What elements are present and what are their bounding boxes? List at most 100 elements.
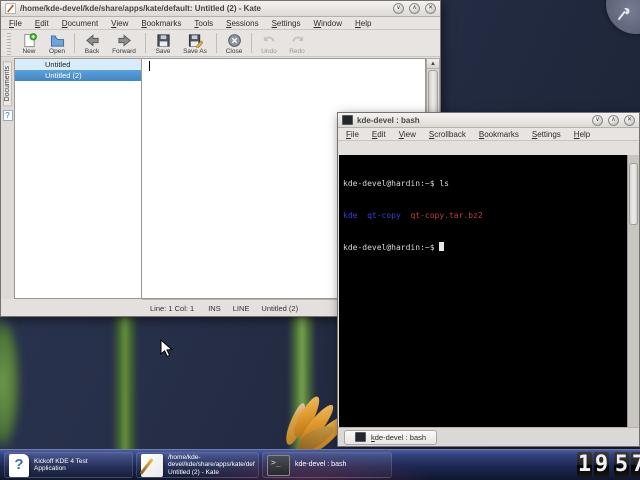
minimize-button[interactable]: ∨: [592, 115, 603, 126]
menu-sessions[interactable]: Sessions: [226, 19, 258, 28]
toolbar-drag-handle[interactable]: [7, 33, 11, 55]
task-konsole[interactable]: >_ kde-devel : bash: [262, 452, 392, 478]
kate-task-icon: [141, 454, 163, 477]
redo-button[interactable]: Redo: [283, 30, 311, 55]
terminal-scrollbar[interactable]: [627, 155, 639, 427]
status-selection-mode: LINE: [233, 304, 250, 313]
konsole-titlebar[interactable]: kde-devel : bash ∨ ∧ ✕: [338, 113, 639, 128]
toolbar-separator: [145, 33, 146, 53]
menu-file[interactable]: File: [9, 19, 22, 28]
close-button[interactable]: ✕: [624, 115, 635, 126]
menu-view[interactable]: View: [111, 19, 128, 28]
menu-view[interactable]: View: [399, 130, 416, 139]
undo-button[interactable]: Undo: [255, 30, 283, 55]
forward-button[interactable]: Forward: [106, 30, 142, 55]
task-label-line: Kickoff KDE 4 Test: [34, 458, 88, 466]
task-label-line: kde-devel : bash: [295, 461, 346, 469]
desktop-toolbox-cashew[interactable]: [606, 0, 640, 34]
konsole-window: kde-devel : bash ∨ ∧ ✕ File Edit View Sc…: [337, 112, 640, 447]
back-button[interactable]: Back: [78, 30, 106, 55]
status-insert-mode: INS: [208, 304, 221, 313]
menu-settings[interactable]: Settings: [532, 130, 561, 139]
kate-app-icon: [5, 3, 16, 14]
save-as-button[interactable]: Save As: [177, 30, 213, 55]
flip-clock: 1 9 5 7: [577, 452, 640, 478]
maximize-button[interactable]: ∧: [409, 3, 420, 14]
close-circle-icon: [227, 33, 242, 48]
terminal-tab-icon: [355, 432, 366, 442]
desktop: /home/kde-devel/kde/share/apps/kate/defa…: [0, 0, 640, 480]
menu-settings[interactable]: Settings: [272, 19, 301, 28]
menu-edit[interactable]: Edit: [372, 130, 386, 139]
menu-bookmarks[interactable]: Bookmarks: [479, 130, 519, 139]
konsole-app-icon: [342, 115, 353, 125]
kate-menubar: File Edit Document View Bookmarks Tools …: [1, 17, 440, 30]
close-button[interactable]: ✕: [425, 3, 436, 14]
open-folder-icon: [50, 33, 65, 48]
terminal-dir-entry: kde: [343, 211, 357, 220]
save-floppy-icon: [156, 33, 171, 48]
task-label-line: devel/kde/share/apps/kate/def: [168, 461, 255, 469]
clock-hours: 1 9: [577, 452, 609, 478]
text-caret: [149, 61, 150, 71]
wrench-icon: [615, 6, 631, 22]
clock-minutes: 5 7: [614, 452, 640, 478]
toolbar-separator: [216, 33, 217, 53]
kate-titlebar[interactable]: /home/kde-devel/kde/share/apps/kate/defa…: [1, 1, 440, 17]
menu-scrollback[interactable]: Scrollback: [429, 130, 466, 139]
document-list-item[interactable]: Untitled: [15, 59, 141, 70]
scrollbar-thumb[interactable]: [629, 163, 638, 225]
task-kickoff[interactable]: ? Kickoff KDE 4 Test Application: [4, 452, 133, 478]
status-doc-name: Untitled (2): [261, 304, 298, 313]
menu-edit[interactable]: Edit: [35, 19, 49, 28]
konsole-menubar: File Edit View Scrollback Bookmarks Sett…: [338, 128, 639, 141]
terminal-cursor: [439, 242, 444, 251]
konsole-window-title: kde-devel : bash: [357, 116, 588, 125]
kate-tool-strip: Documents ?: [1, 58, 14, 299]
terminal-text: [401, 211, 411, 220]
menu-help[interactable]: Help: [355, 19, 371, 28]
documents-sidebar-tab[interactable]: Documents: [3, 61, 12, 106]
konsole-task-icon: >_: [267, 455, 290, 476]
konsole-tabbar: kde-devel : bash: [338, 427, 639, 446]
menu-file[interactable]: File: [346, 130, 359, 139]
maximize-button[interactable]: ∧: [608, 115, 619, 126]
question-mark-icon: ?: [9, 454, 29, 477]
save-button[interactable]: Save: [149, 30, 177, 55]
menu-window[interactable]: Window: [314, 19, 342, 28]
help-icon[interactable]: ?: [3, 110, 13, 121]
document-list: Untitled Untitled (2): [14, 58, 142, 299]
status-line-col: Line: 1 Col: 1: [150, 304, 194, 313]
terminal-dir-entry: qt-copy: [367, 211, 401, 220]
terminal-prompt: kde-devel@hardin:~$: [343, 243, 439, 252]
undo-icon: [262, 33, 277, 48]
close-document-button[interactable]: Close: [220, 30, 248, 55]
menu-bookmarks[interactable]: Bookmarks: [141, 19, 181, 28]
task-label-line: Application: [34, 465, 88, 473]
task-label-line: /home/kde-: [168, 454, 255, 462]
menu-help[interactable]: Help: [574, 130, 590, 139]
redo-icon: [290, 33, 305, 48]
taskbar-panel: ? Kickoff KDE 4 Test Application /home/k…: [0, 449, 640, 480]
new-button[interactable]: New: [15, 30, 43, 55]
wallpaper-stem: [112, 316, 138, 461]
session-tab[interactable]: kde-devel : bash: [344, 430, 437, 445]
task-label-line: Untitled (2) - Kate: [168, 469, 255, 477]
scroll-up-icon[interactable]: ▲: [427, 59, 439, 69]
terminal-text: [357, 211, 367, 220]
forward-arrow-icon: [117, 33, 132, 48]
document-list-item-selected[interactable]: Untitled (2): [15, 70, 141, 81]
kate-toolbar: New Open Back Forward: [1, 30, 440, 57]
mouse-cursor: [160, 339, 174, 359]
wallpaper-green-blur: [0, 318, 20, 448]
menu-tools[interactable]: Tools: [194, 19, 213, 28]
menu-document[interactable]: Document: [62, 19, 98, 28]
terminal-output[interactable]: kde-devel@hardin:~$ ls kde qt-copy qt-co…: [339, 155, 638, 427]
open-button[interactable]: Open: [43, 30, 71, 55]
save-as-icon: [188, 33, 203, 48]
task-kate[interactable]: /home/kde- devel/kde/share/apps/kate/def…: [136, 452, 259, 478]
toolbar-separator: [74, 33, 75, 53]
clock-digit: 9: [594, 452, 609, 478]
minimize-button[interactable]: ∨: [393, 3, 404, 14]
session-tab-label: kde-devel : bash: [371, 433, 426, 442]
